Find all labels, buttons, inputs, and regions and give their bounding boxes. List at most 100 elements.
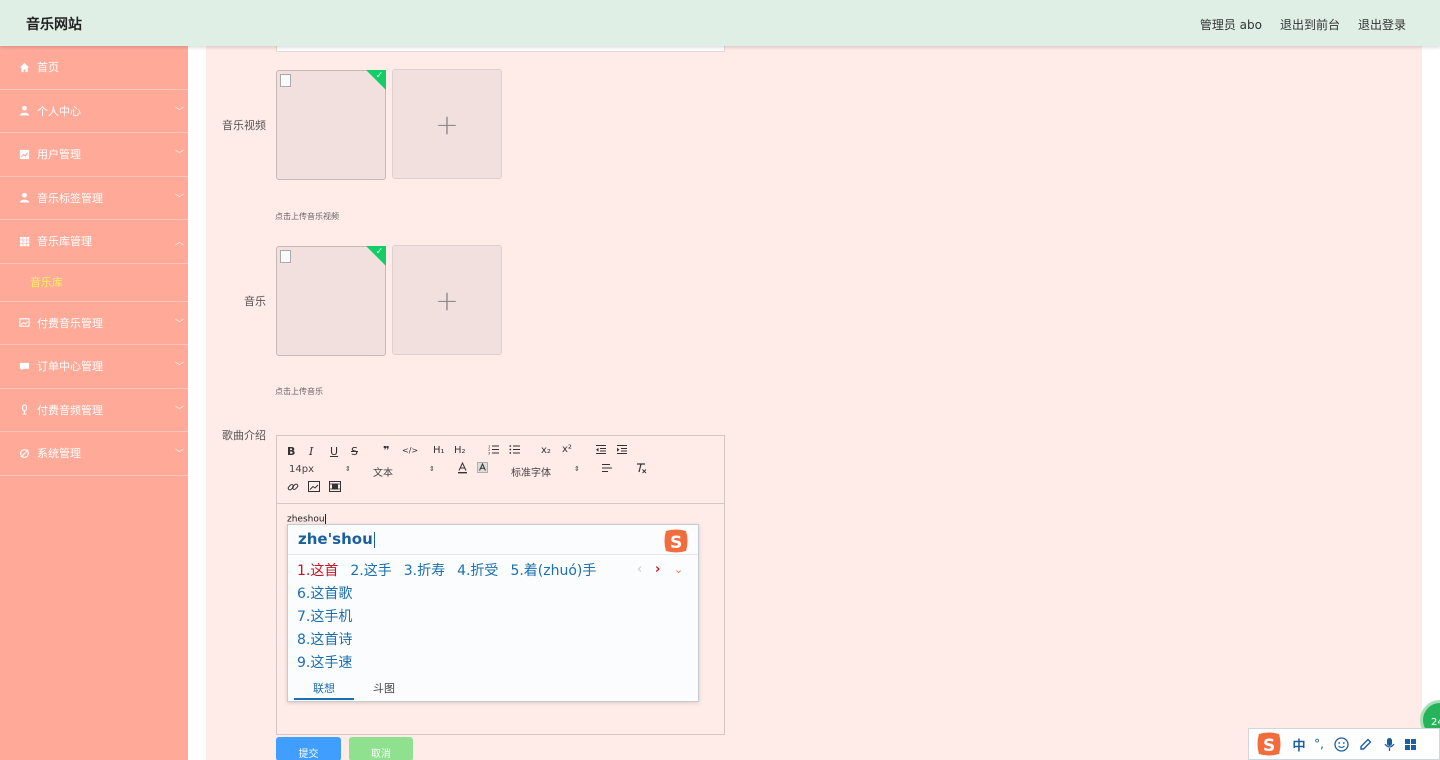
- broken-image-icon: [280, 74, 291, 87]
- sidebar-item-home[interactable]: 首页: [0, 46, 188, 90]
- select-arrow-icon: ⇕: [429, 465, 435, 473]
- typed-text: zheshou: [287, 514, 325, 525]
- ime-candidate-row: 1.这首 2.这手 3.折寿 4.折受 5.着(zhuó)手: [297, 560, 596, 580]
- submit-button[interactable]: 提交: [276, 737, 341, 760]
- cancel-button[interactable]: 取消: [349, 737, 413, 760]
- settings-icon: [18, 447, 30, 459]
- text-type-select[interactable]: 文本 ⇕: [373, 464, 437, 479]
- music-thumbnail[interactable]: ✓: [276, 246, 386, 356]
- image-icon: [18, 317, 30, 329]
- logout-link[interactable]: 退出登录: [1358, 16, 1406, 33]
- heading2-button[interactable]: H₂: [454, 445, 466, 456]
- emoji-icon[interactable]: [1329, 736, 1353, 752]
- italic-button[interactable]: I: [309, 445, 313, 458]
- sidebar-item-music-library[interactable]: 音乐库管理 ︿: [0, 220, 188, 264]
- top-header: 音乐网站 管理员 abo 退出到前台 退出登录: [0, 0, 1440, 46]
- align-icon[interactable]: [601, 463, 613, 476]
- indent-icon[interactable]: [616, 444, 628, 458]
- punctuation-icon[interactable]: °,: [1309, 737, 1329, 751]
- sidebar-item-label: 系统管理: [37, 447, 81, 461]
- sidebar-item-system[interactable]: 系统管理 ﹀: [0, 432, 188, 476]
- video-thumbnail[interactable]: ✓: [276, 70, 386, 180]
- back-to-front-link[interactable]: 退出到前台: [1280, 16, 1340, 33]
- video-upload-hint: 点击上传音乐视频: [275, 212, 339, 221]
- sidebar-item-orders[interactable]: 订单中心管理 ﹀: [0, 345, 188, 389]
- font-family-select[interactable]: 标准字体 ⇕: [511, 464, 583, 479]
- ime-candidate-4[interactable]: 4.折受: [457, 560, 498, 580]
- select-arrow-icon: ⇕: [345, 465, 351, 473]
- ime-tab-suggest[interactable]: 联想: [294, 680, 354, 700]
- home-icon: [18, 61, 30, 73]
- editor-toolbar: B I U S ❞ </> H₁ H₂ 123 x₂ x² 14px ⇕ 文本 …: [277, 436, 724, 504]
- mic-icon: [18, 404, 30, 416]
- video-upload-button[interactable]: +: [392, 69, 502, 179]
- underline-button[interactable]: U: [330, 445, 338, 458]
- ime-candidate-8[interactable]: 8.这首诗: [297, 629, 352, 652]
- link-icon[interactable]: [287, 481, 299, 496]
- bullet-list-icon[interactable]: [509, 444, 521, 458]
- heading1-button[interactable]: H₁: [433, 445, 445, 456]
- admin-user[interactable]: 管理员 abo: [1200, 16, 1262, 33]
- insert-video-icon[interactable]: [329, 481, 341, 495]
- broken-image-icon: [280, 250, 291, 263]
- quote-button[interactable]: ❞: [383, 444, 389, 457]
- sidebar-item-label: 付费音乐管理: [37, 316, 103, 330]
- font-color-icon[interactable]: [457, 461, 468, 477]
- insert-image-icon[interactable]: [308, 481, 320, 495]
- plus-icon: +: [435, 283, 459, 317]
- ime-candidate-2[interactable]: 2.这手: [350, 560, 391, 580]
- strike-button[interactable]: S: [351, 445, 358, 458]
- bold-button[interactable]: B: [287, 445, 295, 458]
- ime-candidate-1[interactable]: 1.这首: [297, 560, 338, 580]
- ime-candidate-7[interactable]: 7.这手机: [297, 606, 352, 629]
- grid-icon: [18, 235, 30, 247]
- ime-status-bar: S 中 °,: [1248, 728, 1440, 760]
- music-upload-button[interactable]: +: [392, 245, 502, 355]
- site-title: 音乐网站: [26, 17, 82, 33]
- ime-candidate-list: 6.这首歌 7.这手机 8.这首诗 9.这手速: [297, 583, 352, 675]
- superscript-button[interactable]: x²: [562, 444, 572, 455]
- editor-content[interactable]: zheshou: [287, 514, 326, 525]
- sidebar-item-paid-music[interactable]: 付费音乐管理 ﹀: [0, 302, 188, 345]
- pen-icon[interactable]: [1353, 737, 1377, 752]
- outdent-icon[interactable]: [595, 444, 607, 458]
- music-label: 音乐: [244, 295, 266, 308]
- ime-candidate-6[interactable]: 6.这首歌: [297, 583, 352, 606]
- user-icon: [18, 105, 30, 117]
- code-button[interactable]: </>: [402, 446, 418, 455]
- sidebar-item-personal[interactable]: 个人中心 ﹀: [0, 90, 188, 133]
- clear-format-icon[interactable]: [635, 462, 647, 477]
- chevron-down-icon: ﹀: [174, 362, 184, 373]
- sidebar-item-paid-audio[interactable]: 付费音频管理 ﹀: [0, 389, 188, 432]
- sidebar-item-users[interactable]: 用户管理 ﹀: [0, 133, 188, 177]
- ime-candidate-3[interactable]: 3.折寿: [404, 560, 445, 580]
- svg-text:3: 3: [488, 452, 490, 456]
- sidebar-item-label: 音乐标签管理: [37, 191, 103, 205]
- sogou-logo-icon[interactable]: S: [1249, 730, 1289, 758]
- ime-mode-chinese[interactable]: 中: [1289, 735, 1309, 754]
- chevron-down-icon: ﹀: [174, 319, 184, 330]
- ime-prev-page-icon[interactable]: ‹: [637, 562, 642, 577]
- ordered-list-icon[interactable]: 123: [488, 444, 500, 458]
- ime-tab-sticker[interactable]: 斗图: [354, 680, 414, 700]
- ime-divider: [288, 554, 698, 555]
- font-size-value: 14px: [289, 464, 314, 475]
- sidebar-item-label: 音乐库管理: [37, 235, 92, 249]
- toolbox-grid-icon[interactable]: [1401, 738, 1419, 751]
- microphone-icon[interactable]: [1377, 737, 1401, 752]
- ime-candidate-5[interactable]: 5.着(zhuó)手: [510, 560, 596, 580]
- ime-candidate-9[interactable]: 9.这手速: [297, 652, 352, 675]
- background-color-icon[interactable]: [477, 462, 488, 477]
- subscript-button[interactable]: x₂: [541, 445, 551, 456]
- sidebar-subitem-music-library[interactable]: 音乐库: [0, 264, 188, 302]
- chevron-down-icon: ﹀: [174, 194, 184, 205]
- sidebar-item-music-tags[interactable]: 音乐标签管理 ﹀: [0, 177, 188, 220]
- font-size-select[interactable]: 14px ⇕: [289, 464, 353, 475]
- check-icon: ✓: [375, 71, 383, 81]
- ime-composition: zhe'shou: [298, 530, 375, 548]
- ime-expand-icon[interactable]: ⌄: [674, 563, 683, 576]
- svg-text:S: S: [1263, 736, 1275, 756]
- ime-next-page-icon[interactable]: ›: [655, 562, 660, 577]
- sidebar-item-label: 首页: [37, 61, 59, 75]
- previous-field-edge[interactable]: [276, 46, 725, 52]
